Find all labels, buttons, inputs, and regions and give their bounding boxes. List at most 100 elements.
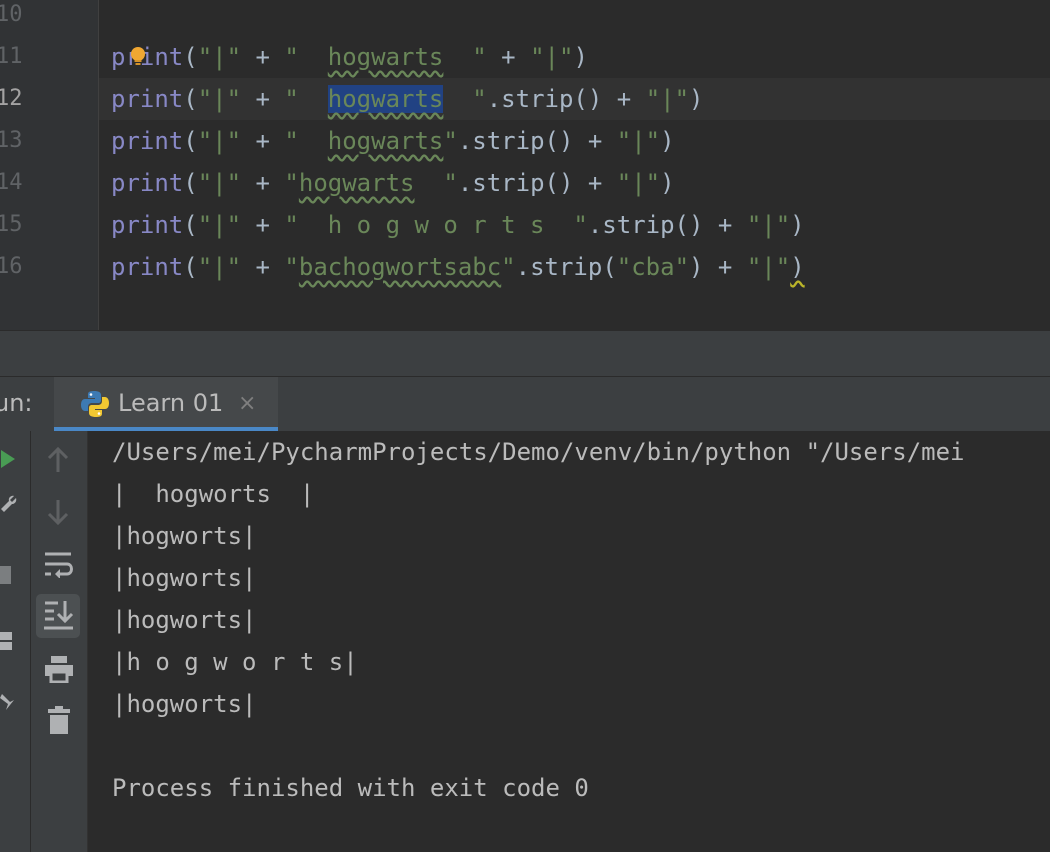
line-number-gutter[interactable]: 10 11 12 13 14 15 16 bbox=[0, 0, 99, 330]
code-token: + bbox=[241, 211, 285, 239]
code-token: " bbox=[284, 127, 328, 155]
code-editor[interactable]: 10 11 12 13 14 15 16 print("|" + " hogwarts " … bbox=[0, 0, 1050, 330]
arrow-down-icon[interactable] bbox=[44, 497, 72, 527]
lightbulb-icon[interactable] bbox=[128, 46, 148, 66]
console-line: /Users/mei/PycharmProjects/Demo/venv/bin… bbox=[112, 438, 965, 466]
code-token: print bbox=[111, 169, 184, 197]
code-token: "|" bbox=[197, 43, 242, 71]
console-line: |hogworts| bbox=[112, 522, 257, 550]
code-token: "|" bbox=[197, 211, 242, 239]
code-token: ( bbox=[183, 211, 198, 239]
line-number[interactable]: 10 bbox=[0, 0, 36, 36]
code-token: ) + bbox=[689, 253, 747, 281]
code-token: + bbox=[241, 253, 285, 281]
code-token: " bbox=[443, 127, 458, 155]
code-line[interactable]: print("|" + "hogwarts ".strip() + "|") bbox=[111, 162, 675, 204]
trash-icon[interactable] bbox=[45, 704, 73, 736]
line-number[interactable]: 15 bbox=[0, 204, 36, 246]
code-token: ) bbox=[573, 43, 588, 71]
console-line: | hogworts | bbox=[112, 480, 315, 508]
code-token: " bbox=[284, 85, 328, 113]
code-token: + bbox=[241, 127, 285, 155]
code-token: .strip() + bbox=[457, 169, 617, 197]
code-token: print bbox=[111, 211, 184, 239]
wrench-icon[interactable] bbox=[0, 493, 18, 517]
code-token: .strip() + bbox=[587, 211, 747, 239]
editor-status-strip bbox=[0, 330, 1050, 377]
code-token: "|" bbox=[197, 253, 242, 281]
console-line: |hogworts| bbox=[112, 690, 257, 718]
python-icon bbox=[81, 391, 109, 417]
code-token: bachogwortsabc bbox=[298, 253, 502, 281]
line-number[interactable]: 13 bbox=[0, 120, 36, 162]
console-output[interactable]: /Users/mei/PycharmProjects/Demo/venv/bin… bbox=[88, 431, 1050, 852]
line-number[interactable]: 11 bbox=[0, 36, 36, 78]
code-token: hogwarts bbox=[327, 127, 444, 155]
code-token: " bbox=[284, 43, 328, 71]
code-token: "cba" bbox=[616, 253, 690, 281]
code-token: + bbox=[241, 169, 285, 197]
code-token: ) bbox=[689, 85, 704, 113]
code-line[interactable]: print("|" + " h o g w o r t s ".strip() … bbox=[111, 204, 805, 246]
print-icon[interactable] bbox=[43, 654, 75, 684]
code-token: " bbox=[284, 253, 299, 281]
code-token: ( bbox=[183, 43, 198, 71]
console-line: |h o g w o r t s| bbox=[112, 648, 358, 676]
close-icon[interactable]: × bbox=[238, 391, 256, 416]
code-line[interactable]: print("|" + " hogwarts".strip() + "|") bbox=[111, 120, 675, 162]
code-token: print bbox=[111, 253, 184, 281]
code-token: ( bbox=[183, 253, 198, 281]
code-token: "|" bbox=[616, 169, 661, 197]
code-token: + bbox=[486, 43, 531, 71]
stop-icon[interactable] bbox=[0, 563, 12, 587]
code-token: hogwarts bbox=[327, 43, 444, 71]
layout-icon[interactable] bbox=[0, 629, 14, 653]
code-token: "|" bbox=[530, 43, 574, 71]
pin-icon[interactable] bbox=[0, 691, 16, 715]
code-token: "|" bbox=[616, 127, 661, 155]
line-number[interactable]: 16 bbox=[0, 246, 36, 288]
code-token: ) bbox=[660, 127, 675, 155]
code-token: .strip( bbox=[515, 253, 617, 281]
scroll-to-end-icon bbox=[44, 601, 74, 630]
code-token: " bbox=[443, 43, 487, 71]
run-tool-window-header: un: Learn 01 × bbox=[0, 376, 1050, 432]
code-line[interactable]: print("|" + " hogwarts ".strip() + "|") bbox=[111, 78, 704, 120]
code-token: + bbox=[241, 85, 285, 113]
line-number[interactable]: 14 bbox=[0, 162, 36, 204]
arrow-up-icon[interactable] bbox=[44, 445, 72, 475]
console-line: Process finished with exit code 0 bbox=[112, 774, 589, 802]
console-line: |hogworts| bbox=[112, 606, 257, 634]
code-token: + bbox=[241, 43, 285, 71]
tab-title: Learn 01 bbox=[118, 389, 224, 417]
code-token: hogwarts bbox=[298, 169, 415, 197]
code-token: ) bbox=[790, 253, 805, 281]
console-line: |hogworts| bbox=[112, 564, 257, 592]
run-icon[interactable] bbox=[0, 449, 16, 469]
code-token: " bbox=[501, 253, 516, 281]
line-number[interactable]: 12 bbox=[0, 78, 36, 120]
code-token: " h o g w o r t s " bbox=[284, 211, 588, 239]
code-token: " bbox=[443, 85, 487, 113]
run-label: un: bbox=[0, 389, 33, 417]
code-token: "|" bbox=[197, 85, 242, 113]
code-token: " bbox=[284, 169, 299, 197]
code-token: "|" bbox=[197, 127, 242, 155]
code-token: .strip() + bbox=[486, 85, 646, 113]
code-token: ) bbox=[660, 169, 675, 197]
code-token: print bbox=[111, 127, 184, 155]
code-token: .strip() + bbox=[457, 127, 617, 155]
console-toolbar bbox=[31, 431, 88, 852]
code-line[interactable]: print("|" + " hogwarts " + "|") bbox=[111, 36, 588, 78]
code-token: ( bbox=[183, 127, 198, 155]
code-token: "|" bbox=[197, 169, 242, 197]
code-line[interactable]: print("|" + "bachogwortsabc".strip("cba"… bbox=[111, 246, 805, 288]
soft-wrap-icon[interactable] bbox=[43, 549, 73, 579]
code-token: ( bbox=[183, 85, 198, 113]
code-token: " bbox=[414, 169, 458, 197]
code-token: "|" bbox=[746, 211, 791, 239]
code-token: ) bbox=[790, 211, 805, 239]
code-token: hogwarts bbox=[327, 85, 444, 113]
scroll-to-end-button[interactable] bbox=[36, 594, 80, 638]
code-token: print bbox=[111, 85, 184, 113]
